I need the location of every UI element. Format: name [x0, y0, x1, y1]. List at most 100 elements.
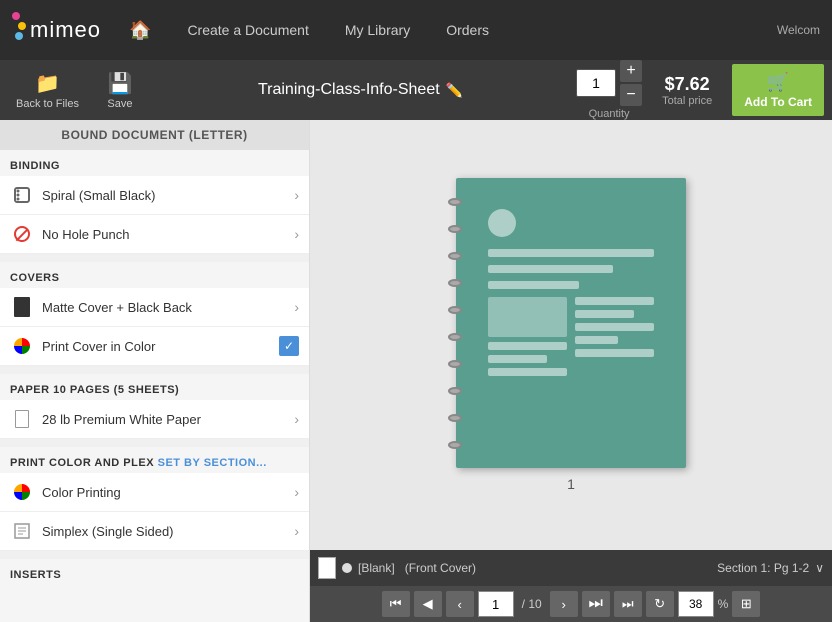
doc-line [488, 355, 547, 363]
paper-chevron: › [294, 411, 299, 427]
next-page-button[interactable]: ⏭ [582, 591, 610, 617]
doc-circle [488, 209, 516, 237]
simplex-chevron: › [294, 523, 299, 539]
page-total: / 10 [518, 597, 546, 611]
quantity-input[interactable] [576, 69, 616, 97]
doc-line [488, 281, 579, 289]
section-chevron[interactable]: ∨ [815, 561, 824, 575]
edit-title-icon[interactable]: ✏️ [446, 82, 463, 99]
logo-dot1 [12, 12, 20, 20]
ring [448, 333, 462, 341]
doc-col-left [488, 297, 567, 437]
paper-header: PAPER 10 PAGES (5 SHEETS) [0, 374, 309, 400]
simplex-label: Simplex (Single Sided) [42, 524, 294, 539]
option-paper[interactable]: 28 lb Premium White Paper › [0, 400, 309, 439]
doc-line [488, 368, 567, 376]
add-to-cart-button[interactable]: 🛒 Add To Cart [732, 64, 824, 116]
doc-content [476, 193, 666, 453]
doc-title: Training-Class-Info-Sheet [258, 81, 440, 99]
next-step-button[interactable]: › [550, 591, 578, 617]
nav-orders[interactable]: Orders [438, 18, 497, 42]
page-input[interactable] [478, 591, 514, 617]
quantity-label: Quantity [589, 108, 630, 120]
no-hole-label: No Hole Punch [42, 227, 294, 242]
nav-my-library[interactable]: My Library [337, 18, 418, 42]
quantity-plus-button[interactable]: + [620, 60, 642, 82]
doc-line [488, 342, 567, 350]
back-to-files-button[interactable]: 📁 Back to Files [8, 67, 87, 114]
document-preview [456, 178, 686, 468]
page-blank-label: [Blank] (Front Cover) [358, 561, 711, 575]
home-button[interactable]: 🏠 [121, 16, 159, 45]
back-icon: 📁 [35, 71, 60, 96]
no-hole-icon [10, 222, 34, 246]
set-by-section-link[interactable]: SET BY SECTION... [158, 457, 267, 469]
doc-title-area: Training-Class-Info-Sheet ✏️ [153, 81, 568, 99]
paper-label: 28 lb Premium White Paper [42, 412, 294, 427]
last-page-button[interactable]: ⏭ [614, 591, 642, 617]
cart-icon: 🛒 [767, 72, 789, 93]
no-hole-chevron: › [294, 226, 299, 242]
right-content: 1 [Blank] (Front Cover) Section 1: Pg 1-… [310, 120, 832, 622]
option-simplex[interactable]: Simplex (Single Sided) › [0, 512, 309, 551]
option-spiral[interactable]: Spiral (Small Black) › [0, 176, 309, 215]
main-layout: BOUND DOCUMENT (LETTER) BINDING Spiral (… [0, 120, 832, 622]
zoom-input[interactable] [678, 591, 714, 617]
ring [448, 414, 462, 422]
spiral-chevron: › [294, 187, 299, 203]
quantity-minus-button[interactable]: − [620, 84, 642, 106]
refresh-button[interactable]: ↻ [646, 591, 674, 617]
doc-block [488, 297, 567, 337]
color-printing-chevron: › [294, 484, 299, 500]
ring [448, 225, 462, 233]
zoom-percent: % [718, 597, 729, 611]
doc-line [575, 349, 654, 357]
spiral-binding [446, 188, 464, 458]
first-page-button[interactable]: ⏮ [382, 591, 410, 617]
binding-header: BINDING [0, 150, 309, 176]
welcome-text: Welcom [777, 23, 820, 37]
print-color-check[interactable]: ✓ [279, 336, 299, 356]
option-print-color[interactable]: Print Cover in Color ✓ [0, 327, 309, 366]
back-label: Back to Files [16, 98, 79, 110]
preview-area: 1 [310, 120, 832, 550]
logo-dots [12, 12, 26, 40]
cover-icon [10, 295, 34, 319]
price-area: $7.62 Total price [650, 74, 724, 107]
fit-button[interactable]: ⊞ [732, 591, 760, 617]
left-panel: BOUND DOCUMENT (LETTER) BINDING Spiral (… [0, 120, 310, 622]
panel-title: BOUND DOCUMENT (LETTER) [0, 120, 309, 150]
add-cart-label: Add To Cart [744, 95, 812, 109]
bottom-bar: [Blank] (Front Cover) Section 1: Pg 1-2 … [310, 550, 832, 586]
ring [448, 360, 462, 368]
doc-line [575, 297, 654, 305]
doc-columns [488, 297, 654, 437]
ring [448, 279, 462, 287]
color-printing-label: Color Printing [42, 485, 294, 500]
option-color-printing[interactable]: Color Printing › [0, 473, 309, 512]
logo: mimeo [12, 12, 101, 48]
doc-line [488, 249, 654, 257]
doc-line [575, 310, 634, 318]
front-cover-label: (Front Cover) [405, 561, 476, 575]
prev-step-button[interactable]: ‹ [446, 591, 474, 617]
ring [448, 441, 462, 449]
print-color-label: Print Cover in Color [42, 339, 279, 354]
print-color-icon [10, 334, 34, 358]
paper-icon [10, 407, 34, 431]
option-matte-cover[interactable]: Matte Cover + Black Back › [0, 288, 309, 327]
prev-page-button[interactable]: ◀ [414, 591, 442, 617]
ring [448, 306, 462, 314]
quantity-ctrl: + − [576, 60, 642, 106]
spiral-icon [10, 183, 34, 207]
total-price: $7.62 [665, 74, 710, 95]
option-no-hole[interactable]: No Hole Punch › [0, 215, 309, 254]
save-icon: 💾 [108, 71, 133, 96]
logo-dot2 [18, 22, 26, 30]
save-button[interactable]: 💾 Save [95, 67, 145, 114]
save-label: Save [107, 98, 132, 110]
doc-col-right [575, 297, 654, 437]
ring [448, 198, 462, 206]
print-header: PRINT COLOR AND PLEX SET BY SECTION... [0, 447, 309, 473]
nav-create-document[interactable]: Create a Document [179, 18, 316, 42]
